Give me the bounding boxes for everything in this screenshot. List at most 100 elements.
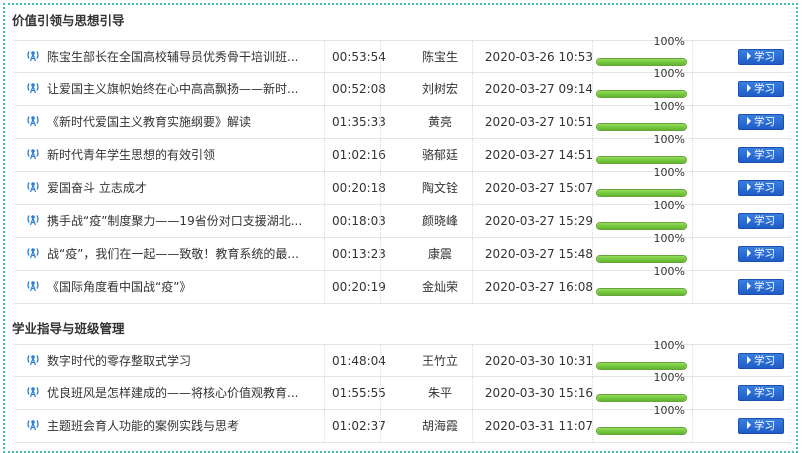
play-icon [747, 183, 751, 191]
course-title-link[interactable]: 爱国奋斗 立志成才 [47, 172, 322, 204]
study-button[interactable]: 学习 [738, 114, 784, 130]
lecturer: 金灿荣 [421, 280, 458, 294]
study-button[interactable]: 学习 [738, 385, 784, 401]
study-button[interactable]: 学习 [738, 81, 784, 97]
action-cell: 学习 [738, 205, 788, 237]
study-button-label: 学习 [754, 420, 775, 432]
broadcast-icon [24, 73, 42, 105]
study-button[interactable]: 学习 [738, 353, 784, 369]
study-button-label: 学习 [754, 387, 775, 399]
action-cell: 学习 [738, 106, 788, 138]
study-button[interactable]: 学习 [738, 49, 784, 65]
broadcast-icon [24, 205, 42, 237]
duration: 00:52:08 [332, 82, 386, 96]
course-title-link[interactable]: 优良班风是怎样建成的——将核心价值观教育... [47, 377, 322, 409]
progress-percent: 100% [653, 339, 685, 352]
publish-time: 2020-03-27 09:14 [484, 82, 594, 96]
course-title-link[interactable]: 战“疫”，我们在一起——致敬！教育系统的最... [47, 238, 322, 270]
action-cell: 学习 [738, 139, 788, 171]
section-title: 学业指导与班级管理 [12, 321, 125, 336]
publish-time: 2020-03-26 10:53 [484, 50, 594, 64]
table-row: 主题班会育人功能的案例实践与思考 01:02:37 胡海霞 2020-03-31 11… [14, 404, 792, 443]
lecturer: 黄亮 [427, 115, 452, 129]
play-icon [747, 356, 751, 364]
course-title-link[interactable]: 主题班会育人功能的案例实践与思考 [47, 410, 322, 442]
play-icon [747, 216, 751, 224]
study-button-label: 学习 [754, 355, 775, 367]
progress-percent: 100% [653, 133, 685, 146]
play-icon [747, 52, 751, 60]
study-button-label: 学习 [754, 116, 775, 128]
progress-percent: 100% [653, 232, 685, 245]
progress: 100% [594, 404, 689, 442]
progress-percent: 100% [653, 35, 685, 48]
table-row: 《国际角度看中国战“疫”》 00:20:19 金灿荣 2020-03-27 16:08… [14, 265, 792, 304]
action-cell: 学习 [738, 345, 788, 377]
study-button[interactable]: 学习 [738, 213, 784, 229]
action-cell: 学习 [738, 377, 788, 409]
lecturer: 颜晓峰 [421, 214, 458, 228]
duration: 01:02:16 [332, 148, 386, 162]
course-title-link[interactable]: 《国际角度看中国战“疫”》 [47, 271, 322, 303]
broadcast-icon [24, 172, 42, 204]
study-button-label: 学习 [754, 248, 775, 260]
course-title-link[interactable]: 携手战“疫”制度聚力——19省份对口支援湖北... [47, 205, 322, 237]
duration: 00:13:23 [332, 247, 386, 261]
progress-percent: 100% [653, 67, 685, 80]
progress-fill [597, 289, 686, 295]
lecturer: 刘树宏 [421, 82, 458, 96]
course-title-link[interactable]: 《新时代爱国主义教育实施纲要》解读 [47, 106, 322, 138]
progress-fill [597, 428, 686, 434]
course-title-link[interactable]: 让爱国主义旗帜始终在心中高高飘扬——新时... [47, 73, 322, 105]
progress: 100% [594, 265, 689, 303]
lecturer: 康震 [427, 247, 452, 261]
study-button-label: 学习 [754, 215, 775, 227]
action-cell: 学习 [738, 73, 788, 105]
progress-percent: 100% [653, 404, 685, 417]
study-button[interactable]: 学习 [738, 180, 784, 196]
publish-time: 2020-03-30 10:31 [484, 354, 594, 368]
study-button[interactable]: 学习 [738, 246, 784, 262]
broadcast-icon [24, 41, 42, 73]
progress-percent: 100% [653, 265, 685, 278]
duration: 01:02:37 [332, 419, 386, 433]
lecturer: 朱平 [427, 386, 452, 400]
lecturer: 胡海霞 [421, 419, 458, 433]
progress-percent: 100% [653, 371, 685, 384]
action-cell: 学习 [738, 271, 788, 303]
lecturer: 王竹立 [421, 354, 458, 368]
study-button-label: 学习 [754, 51, 775, 63]
study-button[interactable]: 学习 [738, 147, 784, 163]
course-title-link[interactable]: 陈宝生部长在全国高校辅导员优秀骨干培训班... [47, 41, 322, 73]
broadcast-icon [24, 139, 42, 171]
broadcast-icon [24, 106, 42, 138]
broadcast-icon [24, 238, 42, 270]
publish-time: 2020-03-27 15:48 [484, 247, 594, 261]
play-icon [747, 282, 751, 290]
study-button-label: 学习 [754, 281, 775, 293]
publish-time: 2020-03-30 15:16 [484, 386, 594, 400]
course-title-link[interactable]: 新时代青年学生思想的有效引领 [47, 139, 322, 171]
duration: 01:35:33 [332, 115, 386, 129]
publish-time: 2020-03-27 15:07 [484, 181, 594, 195]
publish-time: 2020-03-31 11:07 [484, 419, 594, 433]
broadcast-icon [24, 410, 42, 442]
study-button-label: 学习 [754, 182, 775, 194]
play-icon [747, 117, 751, 125]
action-cell: 学习 [738, 410, 788, 442]
duration: 00:20:19 [332, 280, 386, 294]
play-icon [747, 84, 751, 92]
course-list: 陈宝生部长在全国高校辅导员优秀骨干培训班... 00:53:54 陈宝生 2020-0… [14, 35, 792, 304]
play-icon [747, 421, 751, 429]
study-button[interactable]: 学习 [738, 418, 784, 434]
course-list: 数字时代的零存整取式学习 01:48:04 王竹立 2020-03-30 10:31 1… [14, 339, 792, 443]
action-cell: 学习 [738, 41, 788, 73]
publish-time: 2020-03-27 14:51 [484, 148, 594, 162]
study-button[interactable]: 学习 [738, 279, 784, 295]
progress-percent: 100% [653, 166, 685, 179]
progress-bar [596, 288, 687, 296]
action-cell: 学习 [738, 238, 788, 270]
duration: 00:53:54 [332, 50, 386, 64]
course-title-link[interactable]: 数字时代的零存整取式学习 [47, 345, 322, 377]
publish-time: 2020-03-27 10:51 [484, 115, 594, 129]
